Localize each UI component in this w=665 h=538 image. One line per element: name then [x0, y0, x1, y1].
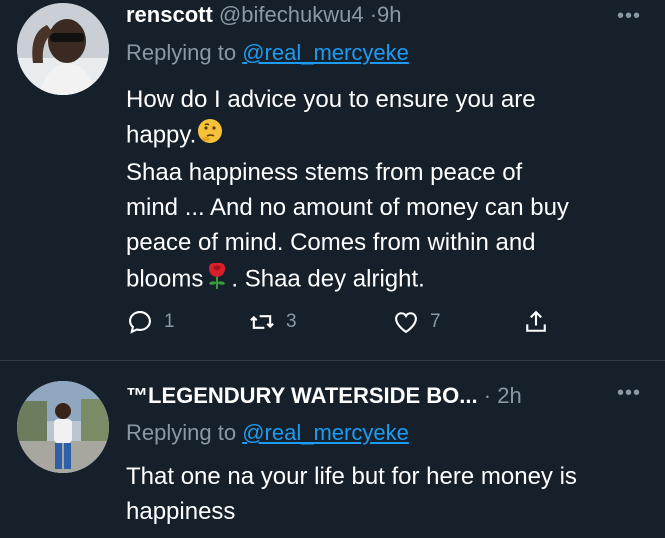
tweet-text: How do I advice you to ensure you are ha…: [126, 82, 646, 300]
tweet-2[interactable]: ™LEGENDURY WATERSIDE BO... · 2h ••• Repl…: [0, 361, 665, 538]
separator: ·: [483, 383, 492, 408]
more-options-icon[interactable]: •••: [617, 6, 641, 26]
replying-to: Replying to @real_mercyeke: [126, 38, 409, 68]
text-fragment: blooms: [126, 265, 204, 293]
text-line: That one na your life but for here money…: [126, 463, 577, 490]
text-line-2: happy.: [126, 117, 646, 155]
text-fragment: happy.: [126, 121, 197, 149]
text-fragment: . Shaa dey alright.: [231, 265, 425, 293]
retweet-button[interactable]: 3: [248, 304, 297, 340]
tweet-actions: 1 3 7: [126, 304, 566, 340]
heart-icon: [395, 312, 417, 334]
separator: ·: [369, 2, 378, 27]
text-line: happiness: [126, 498, 236, 525]
replying-to-link[interactable]: @real_mercyeke: [242, 420, 409, 445]
timestamp[interactable]: 2h: [497, 383, 521, 408]
share-button[interactable]: [522, 304, 550, 340]
text-line: peace of mind. Comes from within and: [126, 229, 536, 256]
tweet-text: That one na your life but for here money…: [126, 459, 646, 529]
replying-to: Replying to @real_mercyeke: [126, 418, 409, 448]
tweet-header: renscott @bifechukwu4 ·9h: [126, 0, 402, 30]
replying-to-link[interactable]: @real_mercyeke: [242, 40, 409, 65]
reply-button[interactable]: 1: [126, 304, 175, 340]
like-count: 7: [430, 311, 441, 332]
display-name[interactable]: ™LEGENDURY WATERSIDE BO...: [126, 383, 478, 408]
user-handle[interactable]: @bifechukwu4: [219, 2, 364, 27]
reply-count: 1: [164, 311, 175, 332]
text-line-6: blooms . Shaa dey alright.: [126, 260, 646, 300]
tweet-1[interactable]: renscott @bifechukwu4 ·9h ••• Replying t…: [0, 0, 665, 360]
avatar[interactable]: [17, 3, 109, 95]
thinking-face-icon: [196, 117, 224, 155]
timestamp[interactable]: 9h: [377, 2, 401, 27]
text-line: How do I advice you to ensure you are: [126, 86, 536, 113]
tweet-header: ™LEGENDURY WATERSIDE BO... · 2h: [126, 381, 522, 411]
text-line: Shaa happiness stems from peace of: [126, 159, 523, 186]
replying-prefix: Replying to: [126, 420, 237, 445]
rose-icon: [203, 260, 231, 300]
reply-icon: [129, 311, 151, 334]
more-options-icon[interactable]: •••: [617, 383, 641, 403]
avatar-image: [17, 3, 109, 95]
text-line: mind ... And no amount of money can buy: [126, 194, 569, 221]
share-icon: [526, 310, 546, 332]
retweet-count: 3: [286, 311, 297, 332]
avatar[interactable]: [17, 381, 109, 473]
retweet-icon: [250, 315, 274, 329]
replying-prefix: Replying to: [126, 40, 237, 65]
like-button[interactable]: 7: [392, 304, 441, 340]
display-name[interactable]: renscott: [126, 2, 213, 27]
avatar-image: [17, 381, 109, 473]
